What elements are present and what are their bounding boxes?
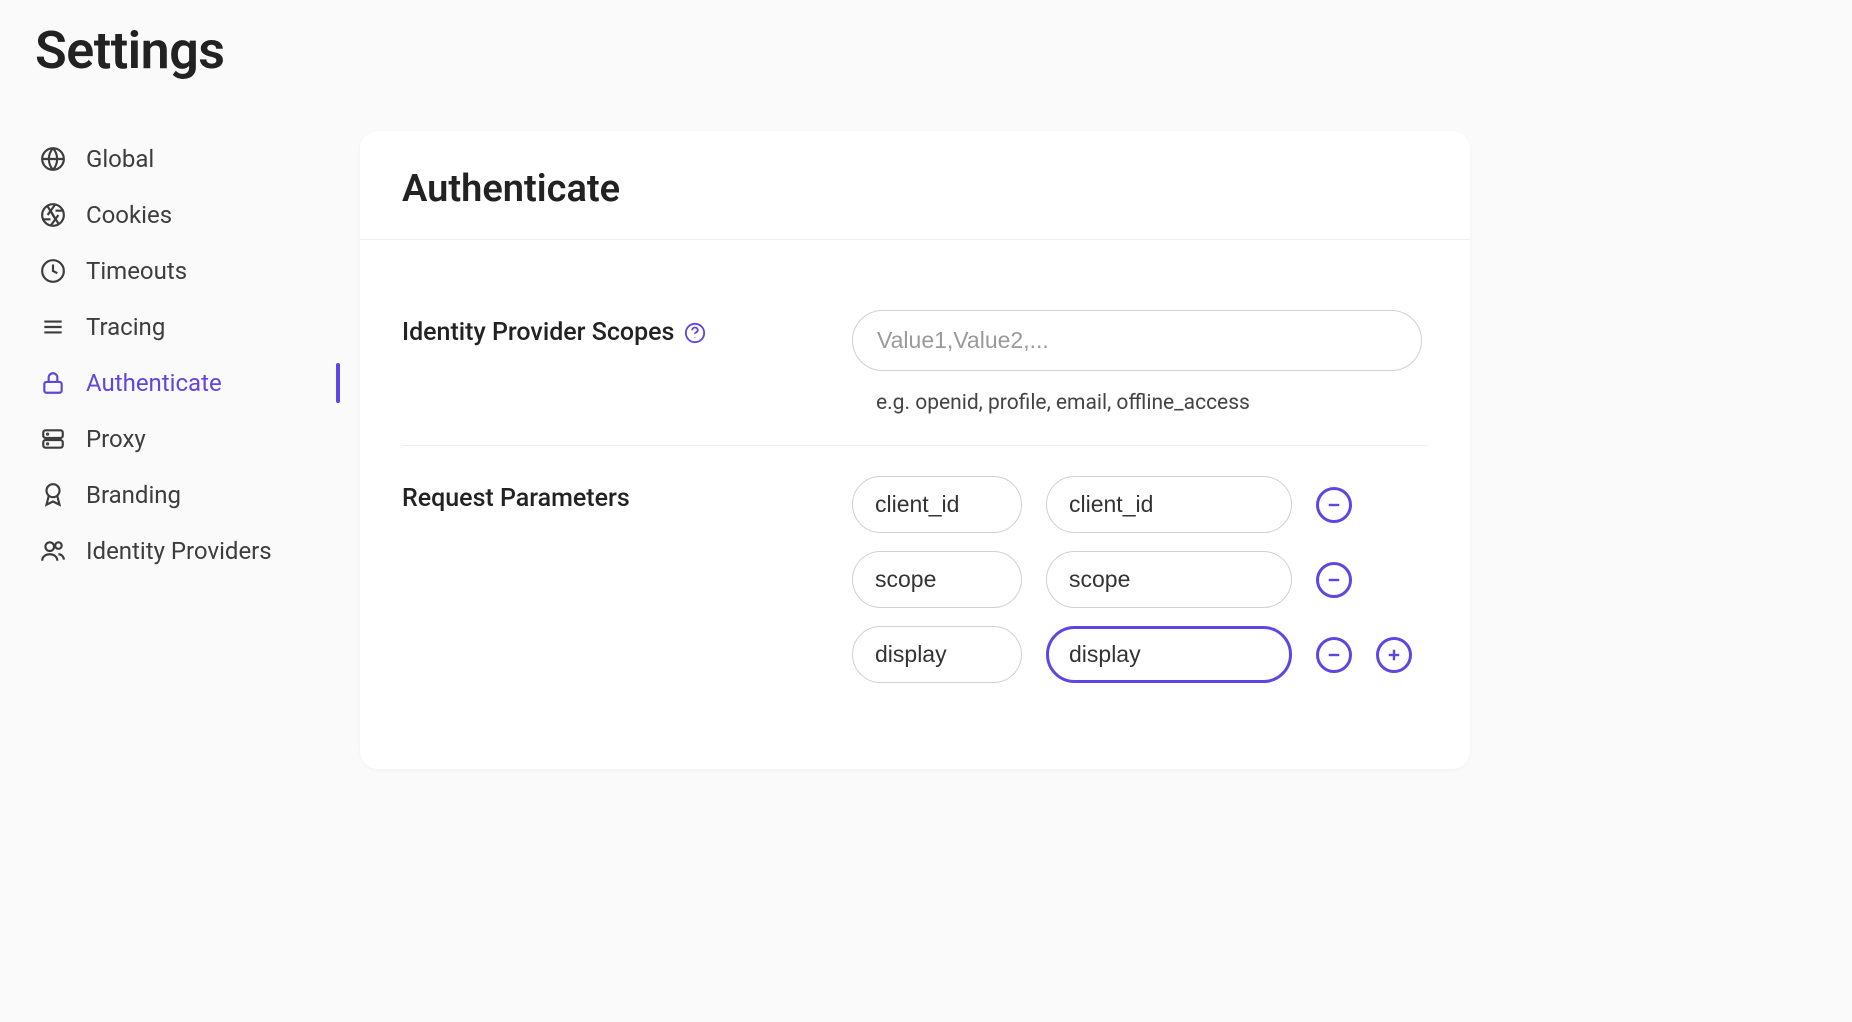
- param-row: [852, 626, 1428, 683]
- scopes-label: Identity Provider Scopes: [402, 318, 674, 347]
- sidebar-item-label: Timeouts: [86, 257, 187, 285]
- sidebar-item-identity-providers[interactable]: Identity Providers: [30, 523, 340, 579]
- card-header: Authenticate: [360, 131, 1470, 240]
- server-icon: [40, 426, 66, 452]
- sidebar-item-label: Global: [86, 145, 154, 173]
- sidebar-item-global[interactable]: Global: [30, 131, 340, 187]
- authenticate-card: Authenticate Identity Provider Scopes e.…: [360, 131, 1470, 769]
- param-row: [852, 551, 1428, 608]
- param-value-input[interactable]: [1046, 476, 1292, 533]
- sidebar-item-cookies[interactable]: Cookies: [30, 187, 340, 243]
- params-label: Request Parameters: [402, 484, 630, 513]
- scopes-hint: e.g. openid, profile, email, offline_acc…: [876, 391, 1428, 415]
- remove-param-button[interactable]: [1316, 487, 1352, 523]
- param-key-input[interactable]: [852, 476, 1022, 533]
- users-icon: [40, 538, 66, 564]
- scopes-input[interactable]: [852, 310, 1422, 371]
- globe-icon: [40, 146, 66, 172]
- sidebar-item-label: Tracing: [86, 313, 165, 341]
- sidebar-item-authenticate[interactable]: Authenticate: [30, 355, 340, 411]
- sidebar-item-label: Cookies: [86, 201, 172, 229]
- lines-icon: [40, 314, 66, 340]
- param-key-input[interactable]: [852, 551, 1022, 608]
- sidebar-item-label: Authenticate: [86, 369, 222, 397]
- sidebar-item-label: Proxy: [86, 425, 146, 453]
- sidebar-item-tracing[interactable]: Tracing: [30, 299, 340, 355]
- params-row: Request Parameters: [402, 446, 1428, 713]
- settings-sidebar: Global Cookies Timeouts Tracing: [30, 131, 340, 769]
- help-icon[interactable]: [684, 322, 706, 344]
- sidebar-item-label: Identity Providers: [86, 537, 272, 565]
- sidebar-item-label: Branding: [86, 481, 181, 509]
- sidebar-item-branding[interactable]: Branding: [30, 467, 340, 523]
- remove-param-button[interactable]: [1316, 637, 1352, 673]
- card-title: Authenticate: [402, 167, 1428, 211]
- scopes-row: Identity Provider Scopes e.g. openid, pr…: [402, 280, 1428, 446]
- param-key-input[interactable]: [852, 626, 1022, 683]
- sidebar-item-timeouts[interactable]: Timeouts: [30, 243, 340, 299]
- param-value-input[interactable]: [1046, 551, 1292, 608]
- param-rows: [852, 476, 1428, 683]
- aperture-icon: [40, 202, 66, 228]
- clock-icon: [40, 258, 66, 284]
- award-icon: [40, 482, 66, 508]
- remove-param-button[interactable]: [1316, 562, 1352, 598]
- sidebar-item-proxy[interactable]: Proxy: [30, 411, 340, 467]
- lock-icon: [40, 370, 66, 396]
- page-title: Settings: [35, 20, 1822, 81]
- add-param-button[interactable]: [1376, 637, 1412, 673]
- param-row: [852, 476, 1428, 533]
- param-value-input[interactable]: [1046, 626, 1292, 683]
